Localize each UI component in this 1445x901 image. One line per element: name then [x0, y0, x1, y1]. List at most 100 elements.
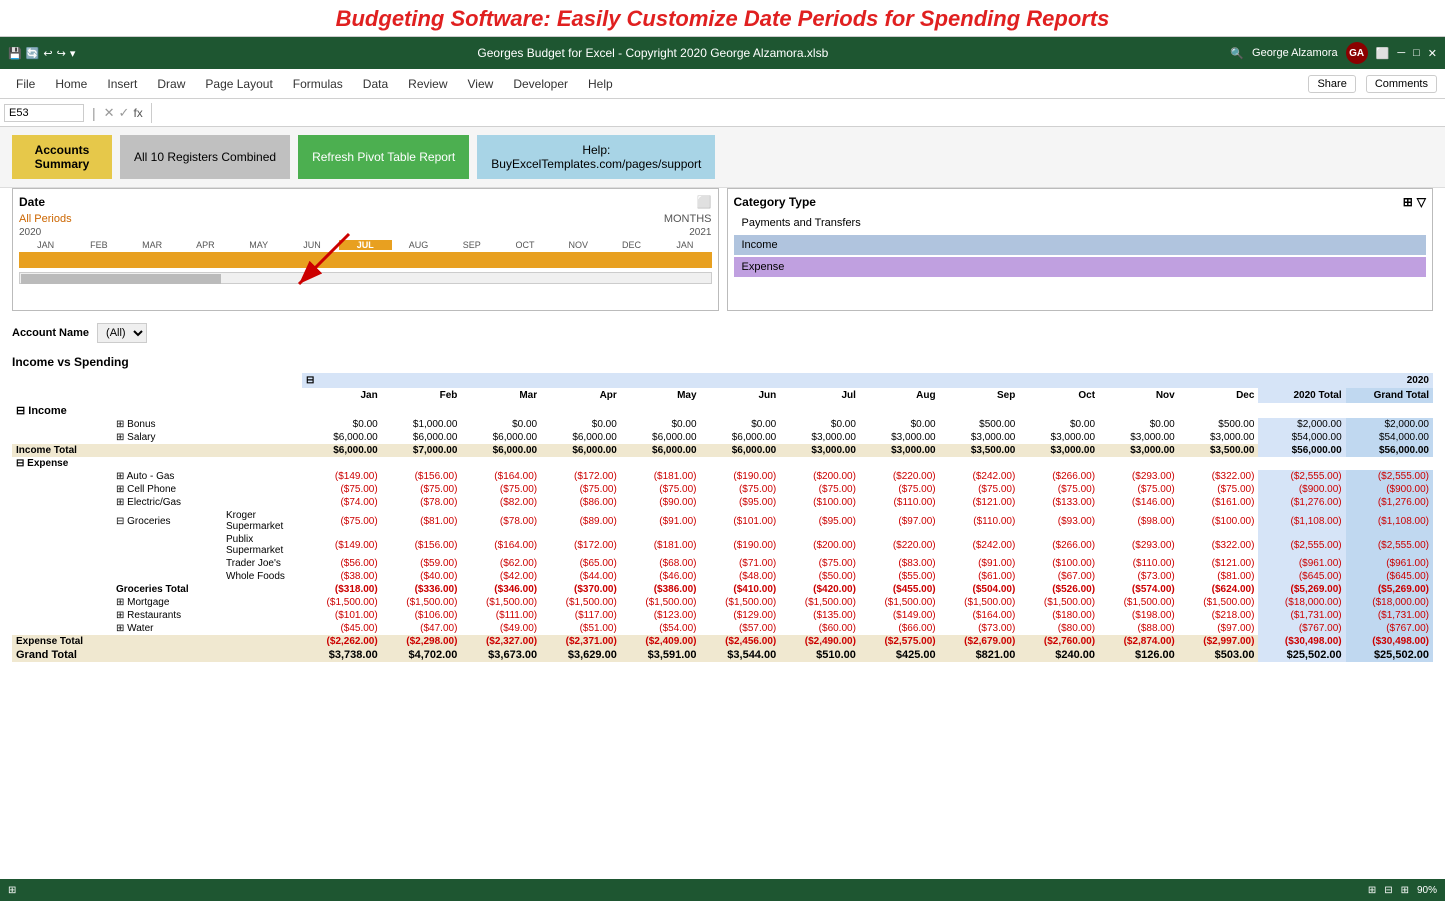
mort-empty	[12, 596, 112, 609]
help-button[interactable]: Help: BuyExcelTemplates.com/pages/suppor…	[477, 135, 715, 179]
whole-2020-total: ($645.00)	[1258, 570, 1345, 583]
view-break-icon[interactable]: ⊞	[1401, 885, 1409, 896]
mort-jan: ($1,500.00)	[302, 596, 382, 609]
electric-2020-total: ($1,276.00)	[1258, 496, 1345, 509]
auto-feb: ($156.00)	[382, 470, 462, 483]
menu-formulas[interactable]: Formulas	[285, 73, 351, 95]
date-filter-collapse-icon[interactable]: ⬜	[697, 195, 712, 209]
category-income[interactable]: Income	[734, 235, 1427, 255]
menu-help[interactable]: Help	[580, 73, 621, 95]
undo-icon[interactable]: ↩	[43, 47, 52, 60]
water-expand[interactable]: ⊞ Water	[112, 622, 222, 635]
trader-mar: ($62.00)	[461, 557, 541, 570]
account-select[interactable]: (All)	[97, 323, 147, 343]
view-normal-icon[interactable]: ⊞	[1368, 885, 1376, 896]
maximize-icon[interactable]: □	[1413, 47, 1420, 59]
share-button[interactable]: Share	[1308, 75, 1355, 93]
cancel-formula-icon[interactable]: ✕	[104, 105, 115, 121]
menu-bar: File Home Insert Draw Page Layout Formul…	[0, 69, 1445, 99]
ribbon-collapse-icon[interactable]: ⬜	[1376, 47, 1390, 60]
income-total-sep: $3,500.00	[940, 444, 1020, 457]
kroger-label: Kroger Supermarket	[222, 509, 302, 533]
mort-jun: ($1,500.00)	[701, 596, 781, 609]
auto-aug: ($220.00)	[860, 470, 940, 483]
arrow-annotation-area	[19, 284, 712, 304]
save-icon[interactable]: 💾	[8, 47, 22, 60]
salary-expand[interactable]: ⊞ Salary	[112, 431, 222, 444]
menu-view[interactable]: View	[460, 73, 502, 95]
income-total-nov: $3,000.00	[1099, 444, 1179, 457]
menu-file[interactable]: File	[8, 73, 43, 95]
all-registers-button[interactable]: All 10 Registers Combined	[120, 135, 290, 179]
menu-insert[interactable]: Insert	[99, 73, 145, 95]
minimize-icon[interactable]: ─	[1397, 47, 1405, 59]
mort-sep: ($1,500.00)	[940, 596, 1020, 609]
table-row: Whole Foods ($38.00) ($40.00) ($42.00) (…	[12, 570, 1433, 583]
category-payments[interactable]: Payments and Transfers	[734, 213, 1427, 233]
menu-developer[interactable]: Developer	[505, 73, 576, 95]
table-row: ⊞ Electric/Gas ($74.00) ($78.00) ($82.00…	[12, 496, 1433, 509]
view-page-icon[interactable]: ⊟	[1384, 885, 1392, 896]
income-group-collapse[interactable]: ⊟ Income	[12, 403, 112, 418]
rest-2020-total: ($1,731.00)	[1258, 609, 1345, 622]
bonus-expand[interactable]: ⊞ Bonus	[112, 418, 222, 431]
groc-expand[interactable]: ⊟ Groceries	[112, 509, 222, 533]
auto-jun: ($190.00)	[701, 470, 781, 483]
filter-options-icon[interactable]: ⊞	[1403, 195, 1413, 209]
rest-grand-total: ($1,731.00)	[1346, 609, 1433, 622]
cell-expand[interactable]: ⊞ Cell Phone	[112, 483, 222, 496]
income-bonus-sub	[222, 403, 302, 418]
income-spending-table: ⊟ 2020 Jan Feb Mar Apr May Jun Jul Aug S…	[12, 373, 1433, 662]
menu-page-layout[interactable]: Page Layout	[197, 73, 280, 95]
cell-reference[interactable]	[4, 104, 84, 122]
search-icon[interactable]: 🔍	[1230, 47, 1244, 60]
auto-grand-total: ($2,555.00)	[1346, 470, 1433, 483]
kroger-dec: ($100.00)	[1179, 509, 1259, 533]
filter-icons: ⊞ ▽	[1403, 195, 1426, 209]
scrollbar-thumb[interactable]	[21, 274, 221, 284]
grand-jun: $3,544.00	[701, 648, 781, 662]
col-header-empty3	[222, 373, 302, 388]
water-apr: ($51.00)	[541, 622, 621, 635]
comments-button[interactable]: Comments	[1366, 75, 1437, 93]
month-nov: NOV	[552, 240, 605, 250]
trader-oct: ($100.00)	[1019, 557, 1099, 570]
refresh-pivot-button[interactable]: Refresh Pivot Table Report	[298, 135, 469, 179]
redo-icon[interactable]: ↪	[57, 47, 66, 60]
formula-input[interactable]	[160, 105, 1441, 121]
insert-function-icon[interactable]: fx	[133, 106, 142, 120]
rest-expand[interactable]: ⊞ Restaurants	[112, 609, 222, 622]
bonus-2020-total: $2,000.00	[1258, 418, 1345, 431]
menu-home[interactable]: Home	[47, 73, 95, 95]
menu-review[interactable]: Review	[400, 73, 455, 95]
whole-grand-total: ($645.00)	[1346, 570, 1433, 583]
grand-dec: $503.00	[1179, 648, 1259, 662]
salary-sep: $3,000.00	[940, 431, 1020, 444]
rest-apr: ($117.00)	[541, 609, 621, 622]
electric-expand[interactable]: ⊞ Electric/Gas	[112, 496, 222, 509]
months-label: MONTHS	[664, 213, 712, 225]
mort-expand[interactable]: ⊞ Mortgage	[112, 596, 222, 609]
bonus-jul: $0.00	[780, 418, 860, 431]
salary-aug: $3,000.00	[860, 431, 940, 444]
filter-clear-icon[interactable]: ▽	[1417, 195, 1426, 209]
exptot-jan: ($2,262.00)	[302, 635, 382, 648]
menu-data[interactable]: Data	[355, 73, 396, 95]
mort-nov: ($1,500.00)	[1099, 596, 1179, 609]
expense-group-collapse[interactable]: ⊟ Expense	[12, 457, 112, 470]
menu-draw[interactable]: Draw	[149, 73, 193, 95]
grand-sep: $821.00	[940, 648, 1020, 662]
accounts-summary-button[interactable]: Accounts Summary	[12, 135, 112, 179]
groctot-mar: ($346.00)	[461, 583, 541, 596]
whole-jan: ($38.00)	[302, 570, 382, 583]
confirm-formula-icon[interactable]: ✓	[119, 105, 130, 121]
customize-icon[interactable]: ▾	[70, 47, 76, 60]
category-expense[interactable]: Expense	[734, 257, 1427, 277]
close-icon[interactable]: ✕	[1428, 47, 1437, 60]
autosave-icon[interactable]: 🔄	[26, 47, 40, 60]
year-start-label: 2020	[19, 227, 41, 238]
rest-may: ($123.00)	[621, 609, 701, 622]
table-row: ⊞ Salary $6,000.00 $6,000.00 $6,000.00 $…	[12, 431, 1433, 444]
auto-expand[interactable]: ⊞ Auto - Gas	[112, 470, 222, 483]
exptot-feb: ($2,298.00)	[382, 635, 462, 648]
